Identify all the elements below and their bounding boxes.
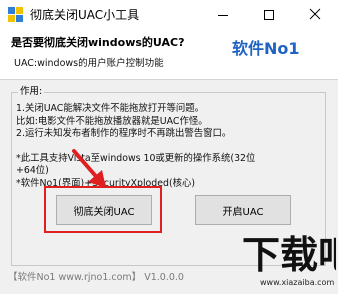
- description-line: *此工具支持Vista至windows 10或更新的操作系统(32位: [16, 152, 256, 164]
- header-question: 是否要彻底关闭windows的UAC?: [11, 36, 185, 49]
- header-banner: 是否要彻底关闭windows的UAC? UAC:windows的用户账户控制功能…: [0, 30, 338, 80]
- app-shield-icon: [8, 7, 23, 22]
- maximize-button[interactable]: [246, 0, 292, 30]
- minimize-icon: [218, 15, 228, 16]
- watermark-main-text: 下载吧: [242, 233, 336, 276]
- enable-uac-button[interactable]: 开启UAC: [195, 195, 291, 225]
- minimize-button[interactable]: [200, 0, 246, 30]
- window-title: 彻底关闭UAC小工具: [30, 8, 140, 22]
- maximize-icon: [264, 10, 274, 20]
- title-bar[interactable]: 彻底关闭UAC小工具: [0, 0, 338, 30]
- watermark-url: www.xiazaiba.com: [260, 278, 335, 287]
- footer-info: 【软件No1 www.rjno1.com】 V1.0.0.0: [8, 272, 184, 283]
- description-text: 1.关闭UAC能解决文件不能拖放打开等问题。 比如:电影文件不能拖放播放器就是U…: [16, 103, 322, 190]
- description-spacer: [16, 141, 322, 153]
- description-line: 比如:电影文件不能拖放播放器就是UAC作怪。: [16, 115, 208, 127]
- group-legend: 作用:: [18, 85, 45, 99]
- disable-uac-button[interactable]: 彻底关闭UAC: [56, 195, 152, 225]
- header-subtitle: UAC:windows的用户账户控制功能: [14, 58, 164, 69]
- brand-logo: 软件No1: [232, 39, 300, 58]
- description-line: *软件No1(界面)+SecurityXploded(核心): [16, 177, 196, 189]
- description-line: 2.运行未知发布者制作的程序时不再跳出警告窗口。: [16, 128, 232, 139]
- close-button[interactable]: [292, 0, 338, 30]
- close-icon: [309, 8, 321, 20]
- app-window: 彻底关闭UAC小工具 是否要彻底关闭windows的UAC? UAC:windo…: [0, 0, 338, 294]
- description-line: +64位): [16, 165, 49, 176]
- site-watermark: 下载吧 www.xiazaiba.com: [240, 226, 336, 292]
- description-line: 1.关闭UAC能解决文件不能拖放打开等问题。: [16, 103, 204, 114]
- watermark-logo: 下载吧: [242, 233, 336, 276]
